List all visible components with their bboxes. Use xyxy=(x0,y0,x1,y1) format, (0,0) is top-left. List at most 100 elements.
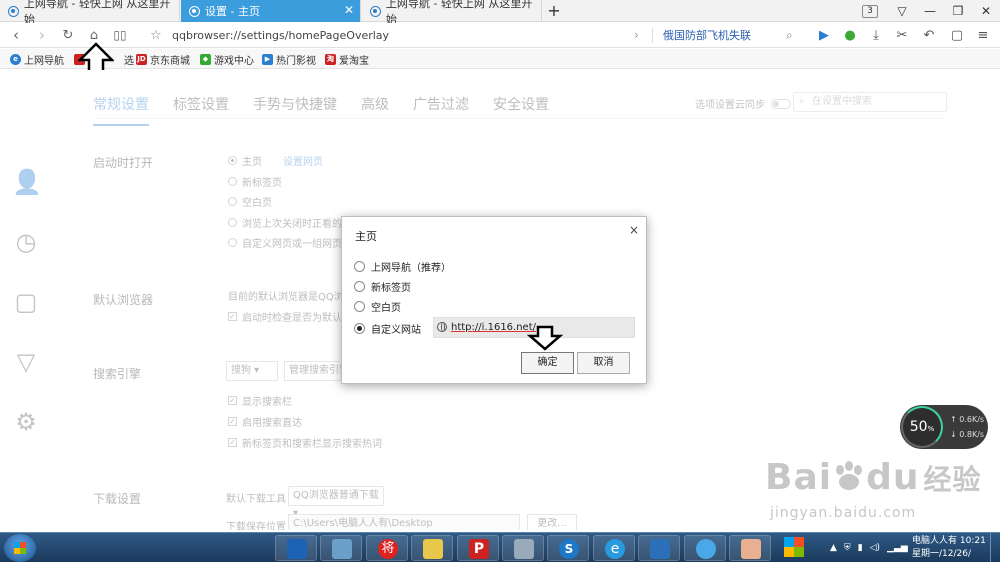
taskbar-app[interactable] xyxy=(684,535,726,561)
refresh-icon[interactable]: ↻ xyxy=(58,23,78,48)
bookmark-item[interactable]: ◆ 游戏中心 xyxy=(200,49,254,69)
tab-3[interactable]: 上网导航 - 轻快上网 从这里开始 xyxy=(362,0,542,26)
download-speed: ↓ 0.8K/s xyxy=(950,430,985,439)
taobao-icon: 淘 xyxy=(325,53,336,65)
taskbar-app[interactable]: e xyxy=(593,535,635,561)
chevron-right-icon[interactable]: › xyxy=(634,23,639,48)
set-pages-link[interactable]: 设置网页 xyxy=(283,153,323,168)
scissors-icon[interactable]: ✂ xyxy=(893,23,911,48)
new-tab-button[interactable]: + xyxy=(545,0,563,22)
undo-icon[interactable]: ↶ xyxy=(920,23,938,48)
bookmark-item[interactable]: 淘 爱淘宝 xyxy=(325,49,369,69)
toggle-switch[interactable] xyxy=(771,98,791,109)
search-check[interactable]: ✓ 启用搜索直达 xyxy=(228,414,302,429)
tab-security[interactable]: 安全设置 xyxy=(493,94,549,126)
tray-app-icon[interactable] xyxy=(784,537,804,557)
radio[interactable] xyxy=(228,197,237,206)
tab-tabs[interactable]: 标签设置 xyxy=(173,94,229,126)
tab-count-badge[interactable]: 3 xyxy=(862,4,878,18)
show-desktop-button[interactable] xyxy=(990,533,1000,562)
taskbar-app[interactable] xyxy=(729,535,771,561)
skin-icon[interactable]: ▽ xyxy=(888,4,916,18)
user-icon[interactable]: 👤 xyxy=(12,168,42,196)
taskbar-app[interactable] xyxy=(275,535,317,561)
bookmark-item[interactable]: JD 京东商城 xyxy=(136,49,190,69)
tab-2-active[interactable]: 设置 - 主页 ✕ xyxy=(181,0,361,22)
url-field[interactable]: qqbrowser://settings/homePageOverlay xyxy=(172,23,389,48)
checkbox[interactable]: ✓ xyxy=(228,396,237,405)
radio[interactable] xyxy=(354,301,365,312)
radio[interactable] xyxy=(228,177,237,186)
bookmark-item[interactable]: e 上网导航 xyxy=(10,49,64,69)
menu-icon[interactable]: ≡ xyxy=(974,23,992,48)
taskbar-app[interactable]: P xyxy=(457,535,499,561)
settings-search-input[interactable]: 在设置中搜索 xyxy=(793,92,947,112)
radio[interactable] xyxy=(228,156,237,165)
option-custom[interactable]: 自定义网站 xyxy=(354,321,421,336)
wechat-icon[interactable]: ● xyxy=(841,23,859,48)
ok-button[interactable]: 确定 xyxy=(521,352,574,374)
sync-toggle[interactable]: 选项设置云同步 xyxy=(695,96,791,111)
radio[interactable] xyxy=(228,218,237,227)
taskbar-app[interactable] xyxy=(502,535,544,561)
download-tool-select[interactable]: QQ浏览器普通下载 ▾ xyxy=(288,486,384,519)
usb-icon[interactable]: ▮ xyxy=(858,543,863,553)
taskbar-app[interactable]: 将 xyxy=(366,535,408,561)
network-icon[interactable]: ▁▃▅ xyxy=(887,543,908,553)
play-icon[interactable]: ▶ xyxy=(815,23,833,48)
close-icon[interactable]: × xyxy=(629,223,639,237)
volume-icon[interactable]: ◁) xyxy=(870,543,880,553)
close-tab-icon[interactable]: ✕ xyxy=(344,3,354,17)
radio[interactable] xyxy=(354,261,365,272)
taskbar-app[interactable] xyxy=(638,535,680,561)
tab-adblock[interactable]: 广告过滤 xyxy=(413,94,469,126)
restore-icon[interactable]: ❐ xyxy=(944,4,972,18)
search-check[interactable]: ✓ 显示搜索栏 xyxy=(228,393,292,408)
taskbar-app[interactable]: S xyxy=(547,535,589,561)
change-path-button[interactable]: 更改... xyxy=(527,514,577,530)
checkbox[interactable]: ✓ xyxy=(228,417,237,426)
download-path-field[interactable]: C:\Users\电脑人人有\Desktop xyxy=(288,514,520,530)
taskbar-app[interactable] xyxy=(320,535,362,561)
taskbar-app[interactable] xyxy=(411,535,453,561)
tab-1[interactable]: 上网导航 - 轻快上网 从这里开始 xyxy=(0,0,180,26)
radio[interactable] xyxy=(354,281,365,292)
forward-icon[interactable]: › xyxy=(32,23,52,48)
radio[interactable] xyxy=(228,238,237,247)
download-icon[interactable]: ⤓ xyxy=(867,23,885,48)
cancel-button[interactable]: 取消 xyxy=(577,352,630,374)
shield-icon[interactable]: ⛨ xyxy=(844,543,851,553)
p-app-icon: P xyxy=(469,539,489,559)
tab-gestures[interactable]: 手势与快捷键 xyxy=(253,94,337,126)
back-icon[interactable]: ‹ xyxy=(6,23,26,48)
option-nav[interactable]: 上网导航（推荐） xyxy=(354,259,451,274)
tab-general[interactable]: 常规设置 xyxy=(93,94,149,126)
star-icon[interactable]: ☆ xyxy=(150,23,162,48)
clock[interactable]: 电脑人人有 10:21 星期一/12/26/ xyxy=(912,535,986,561)
radio[interactable] xyxy=(354,323,365,334)
startup-option[interactable]: 主页 设置网页 xyxy=(228,153,323,168)
option-blank[interactable]: 空白页 xyxy=(354,299,401,314)
search-icon[interactable]: ⌕ xyxy=(786,23,793,48)
chevron-up-icon[interactable]: ▲ xyxy=(830,543,837,553)
checkbox[interactable]: ✓ xyxy=(228,312,237,321)
tab-advanced[interactable]: 高级 xyxy=(361,94,389,126)
engine-select[interactable]: 搜狗 ▾ xyxy=(226,361,278,381)
close-window-icon[interactable]: ✕ xyxy=(972,4,1000,18)
search-check[interactable]: ✓ 新标签页和搜索栏显示搜索热词 xyxy=(228,435,382,450)
network-speed-widget[interactable]: 50% ↑ 0.6K/s ↓ 0.8K/s xyxy=(900,405,988,449)
bag-icon[interactable]: ▢ xyxy=(12,288,40,316)
hot-news-link[interactable]: 俄国防部飞机失联 xyxy=(663,23,751,48)
history-icon[interactable]: ◷ xyxy=(12,228,40,256)
gear-icon[interactable]: ⚙ xyxy=(12,408,40,436)
shirt-icon[interactable]: ▽ xyxy=(12,348,40,376)
startup-option[interactable]: 新标签页 xyxy=(228,174,282,189)
minimize-icon[interactable]: — xyxy=(916,4,944,18)
startup-option[interactable]: 空白页 xyxy=(228,194,272,209)
start-button[interactable] xyxy=(4,534,36,562)
startup-option[interactable]: 自定义网页或一组网页 xyxy=(228,235,342,250)
bookmark-item[interactable]: ▶ 热门影视 xyxy=(262,49,316,69)
checkbox[interactable]: ✓ xyxy=(228,438,237,447)
option-newtab[interactable]: 新标签页 xyxy=(354,279,411,294)
bag-icon[interactable]: ▢ xyxy=(948,23,966,48)
